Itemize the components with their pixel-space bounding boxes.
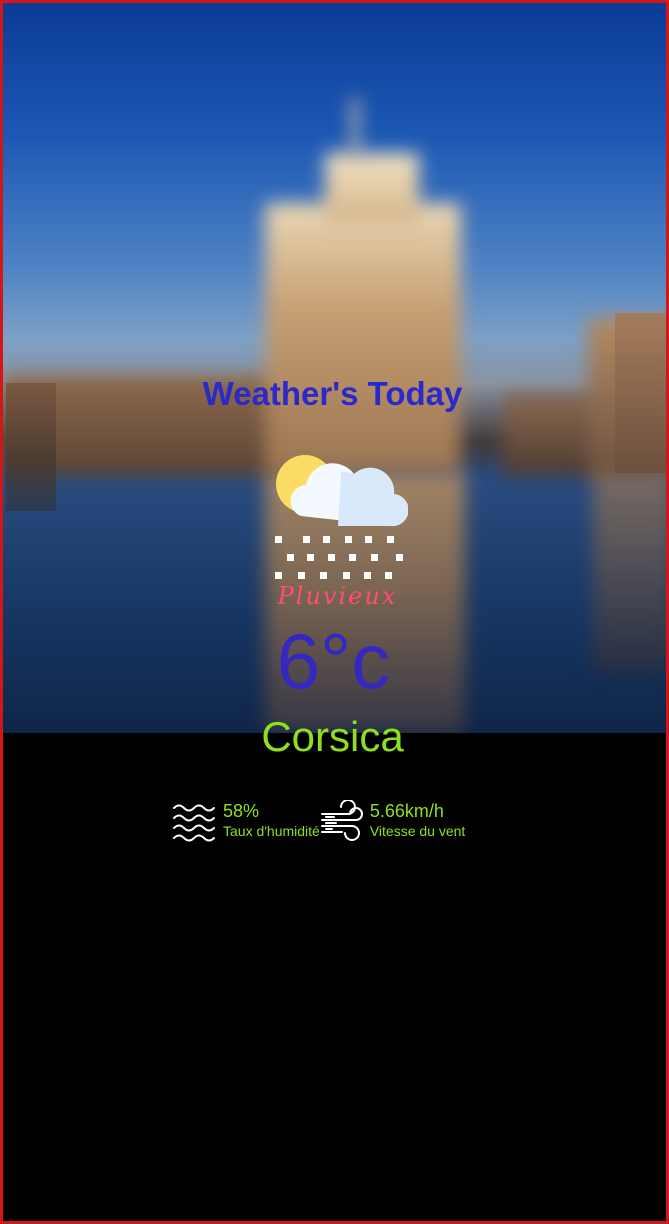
wind-icon — [320, 800, 363, 841]
wind-detail: 5.66km/h Vitesse du vent — [320, 800, 465, 842]
wind-label: Vitesse du vent — [369, 823, 466, 839]
wind-value: 5.66km/h — [369, 801, 444, 821]
humidity-detail: 58% Taux d'humidité — [172, 800, 320, 842]
page-title: Weather's Today — [202, 375, 463, 412]
weather-condition: Pluvieux — [277, 582, 398, 610]
humidity-waves-icon — [173, 804, 215, 842]
city-name: Corsica — [261, 713, 404, 760]
temperature: 6°c — [276, 617, 391, 705]
cloud-sun-rain-icon — [275, 455, 408, 579]
humidity-value: 58% — [223, 801, 260, 821]
humidity-label: Taux d'humidité — [223, 823, 320, 839]
weather-card: Weather's Today Pluvieux 6°c Corsica 58% — [0, 0, 669, 1224]
weather-details: 58% Taux d'humidité 5.66km/h Vitesse du … — [172, 800, 465, 846]
